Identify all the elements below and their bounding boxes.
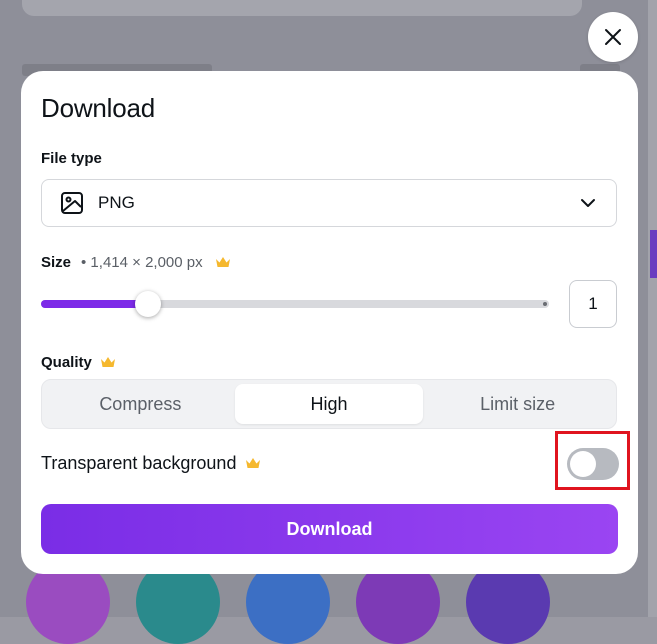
- close-icon: [603, 27, 623, 47]
- image-icon: [60, 190, 86, 216]
- quality-option-high[interactable]: High: [234, 384, 424, 424]
- size-dimensions: • 1,414 × 2,000 px: [81, 254, 203, 271]
- quality-option-limit-size[interactable]: Limit size: [423, 384, 612, 424]
- crown-icon: [100, 356, 116, 369]
- transparent-background-label: Transparent background: [41, 453, 237, 473]
- dialog-title: Download: [41, 93, 156, 123]
- file-type-dropdown[interactable]: PNG: [41, 179, 617, 227]
- download-dialog: Download File type PNG Size • 1,414 × 2,…: [21, 71, 638, 574]
- download-button[interactable]: Download: [41, 504, 618, 554]
- size-scale-input[interactable]: [569, 280, 617, 328]
- crown-icon: [245, 457, 261, 470]
- quality-segmented-control: Compress High Limit size: [41, 379, 617, 429]
- quality-label: Quality: [41, 354, 92, 371]
- quality-option-compress[interactable]: Compress: [46, 384, 235, 424]
- file-type-value: PNG: [98, 193, 135, 212]
- size-label: Size: [41, 254, 72, 271]
- crown-icon: [215, 256, 231, 269]
- file-type-label: File type: [41, 150, 102, 167]
- highlight-box: [555, 431, 630, 490]
- background-panel-edge: [648, 0, 657, 617]
- size-slider[interactable]: [41, 291, 549, 317]
- chevron-down-icon: [580, 198, 596, 208]
- slider-end-marker: [543, 302, 547, 306]
- quality-row: Quality: [41, 354, 116, 371]
- close-button[interactable]: [588, 12, 638, 62]
- slider-fill: [41, 300, 148, 308]
- slider-thumb[interactable]: [135, 291, 161, 317]
- size-row: Size • 1,414 × 2,000 px: [41, 254, 231, 271]
- background-accent-bar: [650, 230, 657, 278]
- transparent-background-row: Transparent background: [41, 453, 261, 474]
- background-card: [22, 0, 582, 16]
